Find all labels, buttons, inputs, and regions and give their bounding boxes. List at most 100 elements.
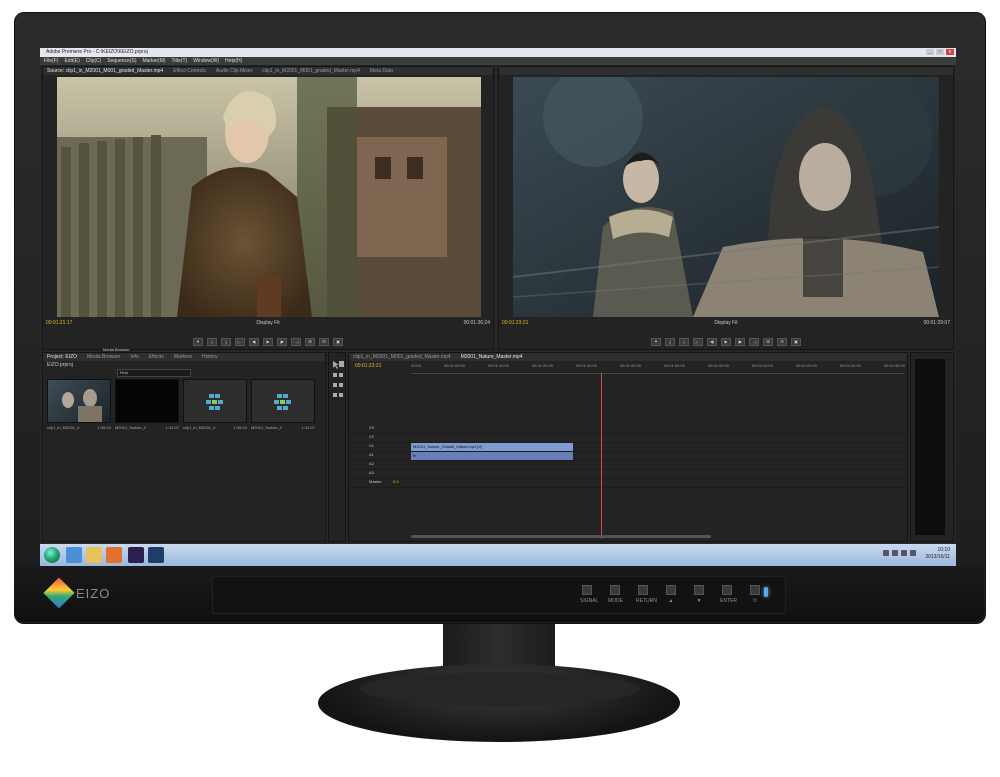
export-frame-button[interactable]: ▣	[333, 337, 343, 346]
program-video-image	[513, 77, 939, 317]
timeline-scrollbar[interactable]	[411, 535, 711, 538]
program-monitor-panel: 00:01:23:21 Display Fit 00:01:29:07 ▼ { …	[498, 66, 954, 350]
program-step-back-button[interactable]: ◀|	[707, 337, 717, 346]
tray-icon[interactable]	[883, 550, 889, 556]
extract-button[interactable]: ⊟	[777, 337, 787, 346]
tab-sequence-2[interactable]: M2001_Nature_Master.mp4	[461, 353, 523, 361]
project-search-input[interactable]: Find	[117, 369, 191, 377]
program-export-frame-button[interactable]: ▣	[791, 337, 801, 346]
insert-button[interactable]: ⊞	[305, 337, 315, 346]
menu-title[interactable]: Title(T)	[172, 57, 188, 65]
sequence-icon	[274, 394, 291, 410]
tools-icons[interactable]	[330, 359, 346, 419]
program-mark-in-button[interactable]: {	[665, 337, 675, 346]
system-tray	[883, 550, 916, 556]
clock[interactable]: 10:10 2013/10/11	[925, 547, 950, 561]
taskbar: 10:10 2013/10/11	[40, 544, 956, 566]
program-timecode-bar: 00:01:23:21 Display Fit 00:01:29:07	[499, 319, 953, 327]
mode-button[interactable]: MODE	[608, 585, 623, 604]
project-item-thumb[interactable]	[183, 379, 247, 423]
tab-meta-data[interactable]: Meta Data	[370, 67, 393, 75]
track-a2[interactable]: A2	[349, 461, 905, 470]
mark-in-button[interactable]: {	[207, 337, 217, 346]
tab-sequence-1[interactable]: clip1_in_M2001_M001_graded_Master.mp4	[353, 353, 451, 361]
program-timecode-out: 00:01:29:07	[923, 320, 950, 326]
project-item-thumb[interactable]	[47, 379, 111, 423]
track-v1[interactable]: V1 M2001_Nature_Ghidali_Maker.mp4 [V]	[349, 443, 905, 452]
sequence-icon	[206, 394, 223, 410]
menu-help[interactable]: Help(H)	[225, 57, 242, 65]
play-button[interactable]: ▶	[263, 337, 273, 346]
project-item-thumb[interactable]	[251, 379, 315, 423]
maximize-button[interactable]: □	[936, 49, 944, 55]
program-go-to-out-button[interactable]: →|	[749, 337, 759, 346]
menu-sequence[interactable]: Sequence(S)	[107, 57, 136, 65]
video-clip[interactable]: M2001_Nature_Ghidali_Maker.mp4 [V]	[411, 443, 573, 451]
program-timecode-in: 00:01:23:21	[502, 320, 529, 326]
tab-clip[interactable]: clip1_in_M2001_M001_graded_Master.mp4	[262, 67, 360, 75]
track-v2[interactable]: V2	[349, 434, 905, 443]
program-mark-out-button[interactable]: }	[679, 337, 689, 346]
audio-clip[interactable]: fx	[411, 452, 573, 460]
ie-icon[interactable]	[66, 547, 82, 563]
menu-file[interactable]: File(F)	[44, 57, 58, 65]
photoshop-icon[interactable]	[148, 547, 164, 563]
tab-effect-controls[interactable]: Effect Controls	[173, 67, 206, 75]
power-button[interactable]: ⏻	[748, 585, 762, 604]
project-item-thumb[interactable]	[115, 379, 179, 423]
enter-button[interactable]: ENTER	[720, 585, 737, 604]
tab-effects[interactable]: Effects	[149, 353, 164, 361]
tray-icon[interactable]	[901, 550, 907, 556]
tab-media-browser[interactable]: Media Browser	[87, 353, 120, 361]
timeline-timecode: 00:01:23:21	[355, 363, 382, 369]
program-step-forward-button[interactable]: |▶	[735, 337, 745, 346]
track-a1[interactable]: A1 fx	[349, 452, 905, 461]
track-a3[interactable]: A3	[349, 470, 905, 479]
return-button[interactable]: RETURN	[636, 585, 657, 604]
menu-edit[interactable]: Edit(E)	[64, 57, 79, 65]
minimize-button[interactable]: _	[926, 49, 934, 55]
volume-icon[interactable]	[910, 550, 916, 556]
program-fit-select[interactable]: Display Fit	[714, 320, 737, 326]
down-button[interactable]: ▼	[692, 585, 706, 604]
timeline-ruler[interactable]: 00:00 00:01:00:00 00:01:10:00 00:01:20:00 00…	[411, 363, 905, 374]
step-forward-button[interactable]: |▶	[277, 337, 287, 346]
playhead[interactable]	[601, 373, 602, 539]
mark-out-button[interactable]: }	[221, 337, 231, 346]
go-to-in-button[interactable]: |←	[235, 337, 245, 346]
signal-button[interactable]: SIGNAL	[580, 585, 598, 604]
folder-icon[interactable]	[86, 547, 102, 563]
project-item-label: M2001_Nature_0 1:31:07	[251, 425, 315, 430]
track-master[interactable]: Master 0.0	[349, 479, 905, 488]
program-transport-controls: ▼ { } |← ◀| ▶ |▶ →| ⊞ ⊟ ▣	[499, 337, 953, 346]
start-button[interactable]	[44, 547, 60, 563]
step-back-button[interactable]: ◀|	[249, 337, 259, 346]
close-button[interactable]: x	[946, 49, 954, 55]
tab-history[interactable]: History	[202, 353, 218, 361]
up-button[interactable]: ▲	[664, 585, 678, 604]
tab-audio-clip-mixer[interactable]: Audio Clip Mixer	[216, 67, 252, 75]
lift-button[interactable]: ⊞	[763, 337, 773, 346]
program-add-marker-button[interactable]: ▼	[651, 337, 661, 346]
menu-window[interactable]: Window(W)	[193, 57, 219, 65]
tab-info[interactable]: Info	[130, 353, 138, 361]
source-fit-select[interactable]: Display Fit	[256, 320, 279, 326]
go-to-out-button[interactable]: →|	[291, 337, 301, 346]
tab-markers[interactable]: Markers	[174, 353, 192, 361]
media-player-icon[interactable]	[106, 547, 122, 563]
add-marker-button[interactable]: ▼	[193, 337, 203, 346]
tab-project[interactable]: Project: EIZO	[47, 353, 77, 361]
source-timecode-bar: 00:01:21:17 Display Fit 00:01:36:24	[43, 319, 493, 327]
track-v3[interactable]: V3	[349, 425, 905, 434]
program-go-to-in-button[interactable]: |←	[693, 337, 703, 346]
menu-marker[interactable]: Marker(M)	[142, 57, 165, 65]
premiere-icon[interactable]	[128, 547, 144, 563]
tab-source[interactable]: Source: clip1_in_M2001_M001_graded_Maste…	[47, 67, 163, 75]
source-monitor-panel: Source: clip1_in_M2001_M001_graded_Maste…	[42, 66, 494, 352]
menu-clip[interactable]: Clip(C)	[86, 57, 102, 65]
source-timecode-in: 00:01:21:17	[46, 320, 73, 326]
power-led	[764, 587, 768, 597]
overwrite-button[interactable]: ⊟	[319, 337, 329, 346]
program-play-button[interactable]: ▶	[721, 337, 731, 346]
tray-icon[interactable]	[892, 550, 898, 556]
